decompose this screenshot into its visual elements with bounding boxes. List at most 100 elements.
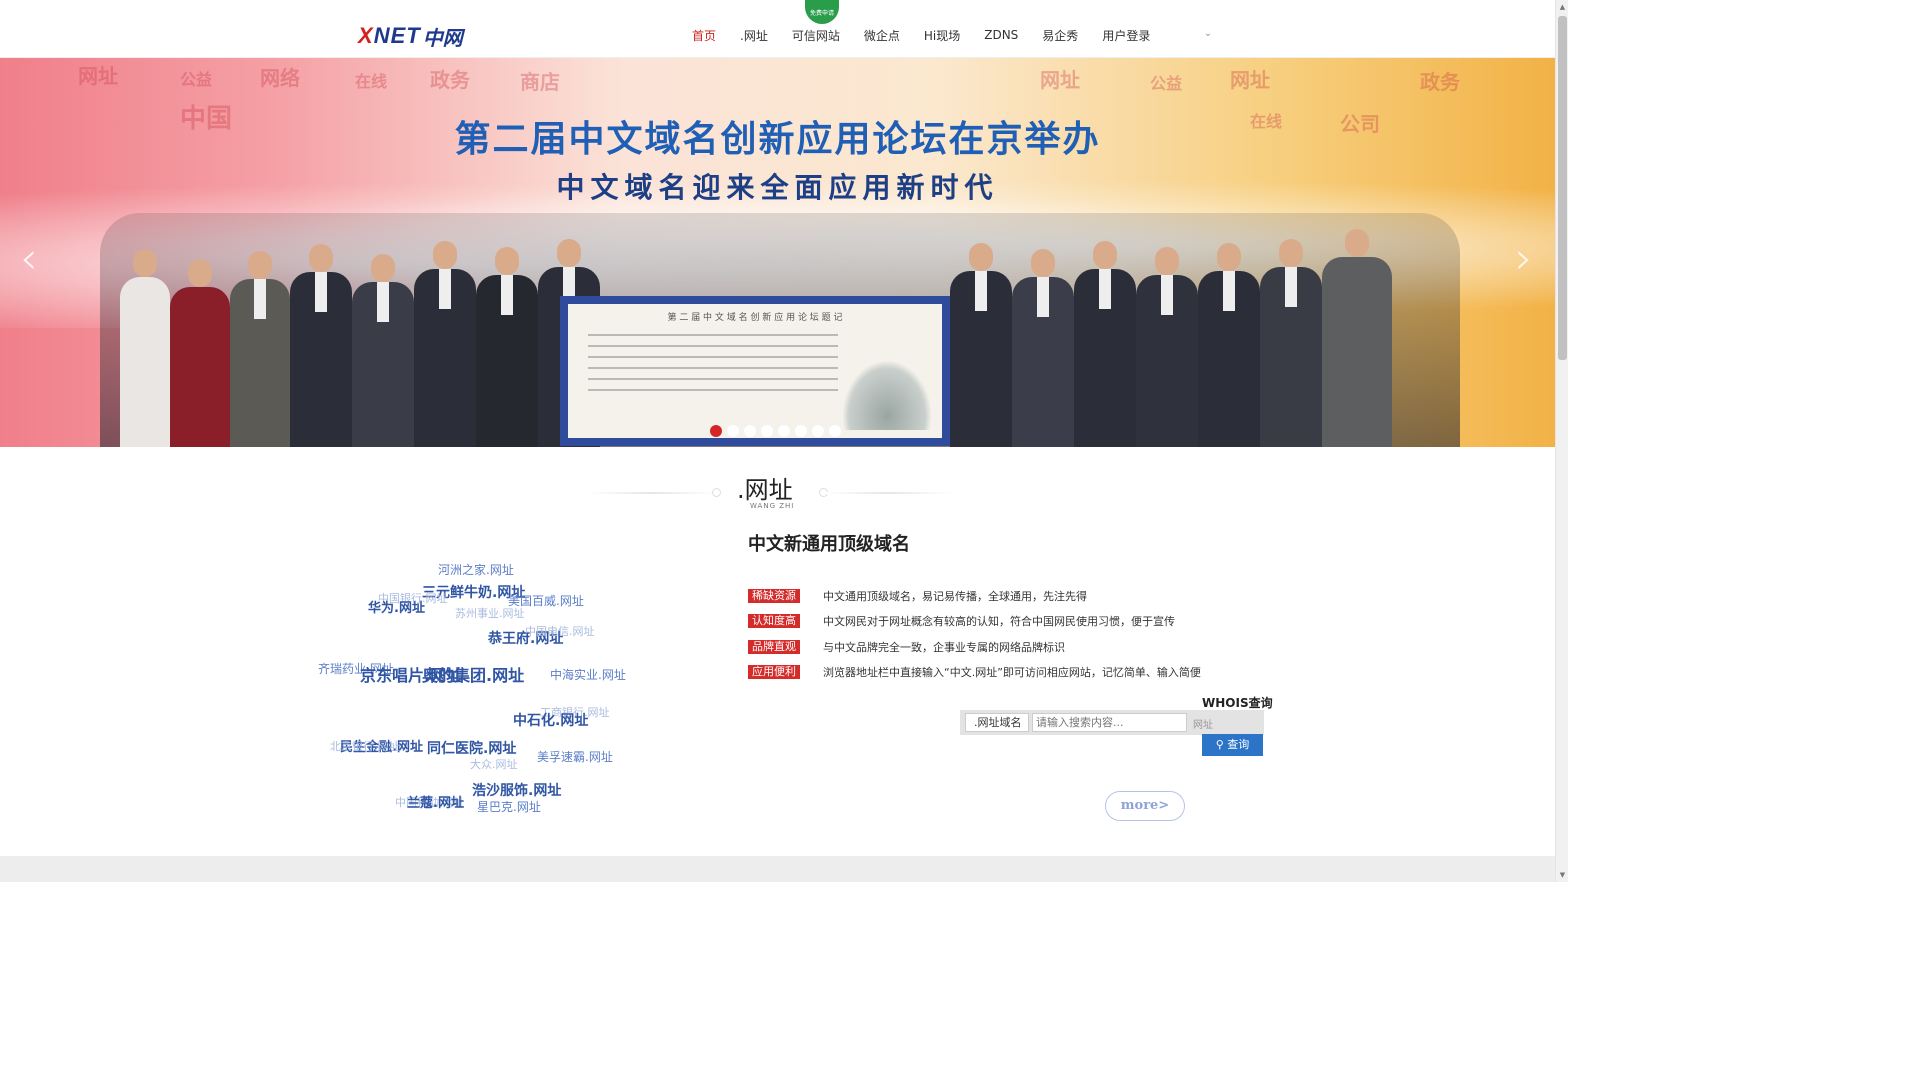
person <box>414 241 476 447</box>
hero-banner[interactable]: 网址 公益 网络 在线 政务 商店 中国 网址 公益 政务 网址 公司 在线 第… <box>0 58 1555 447</box>
carousel-dot[interactable] <box>761 425 773 437</box>
person <box>1012 249 1074 447</box>
chevron-down-icon[interactable]: ⌄ <box>1202 28 1214 40</box>
carousel-dot[interactable] <box>778 425 790 437</box>
person <box>1260 239 1322 447</box>
person-head <box>1155 247 1179 275</box>
tag-cloud-item[interactable]: 中国电信.网址 <box>525 623 595 639</box>
person <box>476 247 538 447</box>
person <box>950 243 1012 447</box>
tag-cloud-item[interactable]: 中海实业.网址 <box>550 666 626 683</box>
person-shirt <box>1285 267 1297 307</box>
feature-text: 中文通用顶级域名，易记易传播，全球通用，先注先得 <box>823 590 1087 603</box>
banner-subtitle: 中文域名迎来全面应用新时代 <box>556 171 999 204</box>
carousel-dot[interactable] <box>829 425 841 437</box>
person-shirt <box>501 275 513 315</box>
mountain-painting <box>842 360 932 430</box>
nav-hi-live[interactable]: Hi现场 <box>912 27 972 44</box>
nav-eqxiu[interactable]: 易企秀 <box>1030 27 1090 44</box>
nav-zdns[interactable]: ZDNS <box>972 28 1030 42</box>
whois-suffix: 网址 <box>1193 720 1213 731</box>
tag-cloud-item[interactable]: 苏州事业.网址 <box>455 605 525 621</box>
vertical-scrollbar[interactable]: ▲ ▼ <box>1555 0 1568 882</box>
person-shirt <box>1223 271 1235 311</box>
scrollbar-thumb[interactable] <box>1558 16 1567 360</box>
calligraphy-text: 第 二 届 中 文 域 名 创 新 应 用 论 坛 题 记 <box>667 313 843 323</box>
tag-cloud-item[interactable]: 北京银行.网址 <box>330 738 400 754</box>
logo-net: NET <box>373 23 421 48</box>
scroll-up-icon[interactable]: ▲ <box>1556 0 1568 14</box>
banner-title: 第二届中文域名创新应用论坛在京举办 <box>454 119 1101 160</box>
person-head <box>969 243 993 271</box>
tag-cloud-item[interactable]: 浩沙服饰.网址 <box>472 780 561 800</box>
carousel-dot[interactable] <box>744 425 756 437</box>
feature-text: 与中文品牌完全一致，企事业专属的网络品牌标识 <box>823 641 1065 654</box>
section-subtitle: WANG ZHI <box>750 502 795 510</box>
carousel-dot[interactable] <box>727 425 739 437</box>
nav-trusted-site[interactable]: 可信网站 <box>780 27 852 44</box>
banner-bg-word: 网络 <box>260 66 300 90</box>
more-button[interactable]: more> <box>1105 791 1185 821</box>
person-head <box>1217 243 1241 271</box>
person <box>1322 229 1392 447</box>
chevron-right-icon[interactable]: › <box>1515 233 1533 284</box>
person <box>230 251 290 447</box>
section-title: .网址 <box>737 476 793 504</box>
person-head <box>188 259 212 287</box>
tag-cloud-item[interactable]: 大众.网址 <box>470 756 518 772</box>
whois-search-input[interactable] <box>1032 713 1187 732</box>
banner-bg-word: 网址 <box>1230 68 1270 92</box>
banner-bg-word: 公益 <box>1150 74 1183 93</box>
logo[interactable]: XNET 中网 <box>358 23 463 50</box>
carousel-dot[interactable] <box>795 425 807 437</box>
nav-user-login[interactable]: 用户登录 <box>1090 27 1162 44</box>
nav-wangzhi[interactable]: .网址 <box>728 27 780 44</box>
tag-cloud-item[interactable]: 中石化.网址 <box>513 710 588 730</box>
main-nav: 首页 .网址 可信网站 微企点 Hi现场 ZDNS 易企秀 用户登录 <box>680 0 1162 58</box>
logo-x: X <box>358 23 374 48</box>
calligraphy-scroll: 第 二 届 中 文 域 名 创 新 应 用 论 坛 题 记 <box>560 296 950 446</box>
banner-bg-word: 商店 <box>520 70 560 94</box>
person-head <box>1345 229 1369 257</box>
person-head <box>133 249 157 277</box>
feature-badge: 品牌直观 <box>748 640 800 654</box>
section-divider-dot <box>712 488 721 497</box>
carousel-dot[interactable] <box>812 425 824 437</box>
tag-cloud-item[interactable]: 奥的集团.网址 <box>422 662 524 686</box>
person-head <box>1093 241 1117 269</box>
banner-bg-word: 网址 <box>1040 68 1080 92</box>
feature-row: 品牌直观 与中文品牌完全一致，企事业专属的网络品牌标识 <box>748 640 1065 654</box>
carousel-dot[interactable] <box>710 425 722 437</box>
person-shirt <box>315 272 327 312</box>
header: XNET 中网 首页 .网址 可信网站 微企点 Hi现场 ZDNS 易企秀 用户… <box>0 0 1555 58</box>
logo-cn: 中网 <box>422 25 463 50</box>
tag-cloud-item[interactable]: 同仁医院.网址 <box>427 738 516 758</box>
whois-domain-select[interactable]: .网址域名 <box>965 713 1029 732</box>
tag-cloud-item[interactable]: 美孚速霸.网址 <box>537 748 613 765</box>
person-shirt <box>254 279 266 319</box>
banner-bg-word: 在线 <box>355 72 388 91</box>
tag-cloud-item[interactable]: 星巴克.网址 <box>477 798 541 815</box>
feature-row: 应用便利 浏览器地址栏中直接输入“中文.网址”即可访问相应网站，记忆简单、输入简… <box>748 665 1201 679</box>
feature-badge: 认知度高 <box>748 614 800 628</box>
section-divider-right <box>824 492 952 494</box>
banner-bg-word: 网址 <box>78 64 118 88</box>
nav-home[interactable]: 首页 <box>680 27 728 44</box>
chevron-left-icon[interactable]: ‹ <box>20 233 38 284</box>
tag-cloud-item[interactable]: 兰蔻.网址 <box>407 792 464 811</box>
tag-cloud-item[interactable]: 华为.网址 <box>368 597 425 616</box>
person-head <box>495 247 519 275</box>
person <box>352 254 414 447</box>
nav-weiqidian[interactable]: 微企点 <box>852 27 912 44</box>
person <box>290 244 352 447</box>
whois-search-button[interactable]: ⚲ 查询 <box>1202 734 1263 756</box>
feature-badge: 稀缺资源 <box>748 589 800 603</box>
scroll-down-icon[interactable]: ▼ <box>1556 868 1568 882</box>
domain-tag-cloud: 河洲之家.网址 三元鲜牛奶.网址 中国银行.网址 美国百威.网址 华为.网址 苏… <box>300 550 700 830</box>
feature-text: 浏览器地址栏中直接输入“中文.网址”即可访问相应网站，记忆简单、输入简便 <box>823 666 1201 679</box>
banner-bg-word: 政务 <box>430 68 470 92</box>
person <box>170 259 230 447</box>
person <box>120 249 170 447</box>
tag-cloud-item[interactable]: 河洲之家.网址 <box>438 561 514 578</box>
person-shirt <box>975 271 987 311</box>
